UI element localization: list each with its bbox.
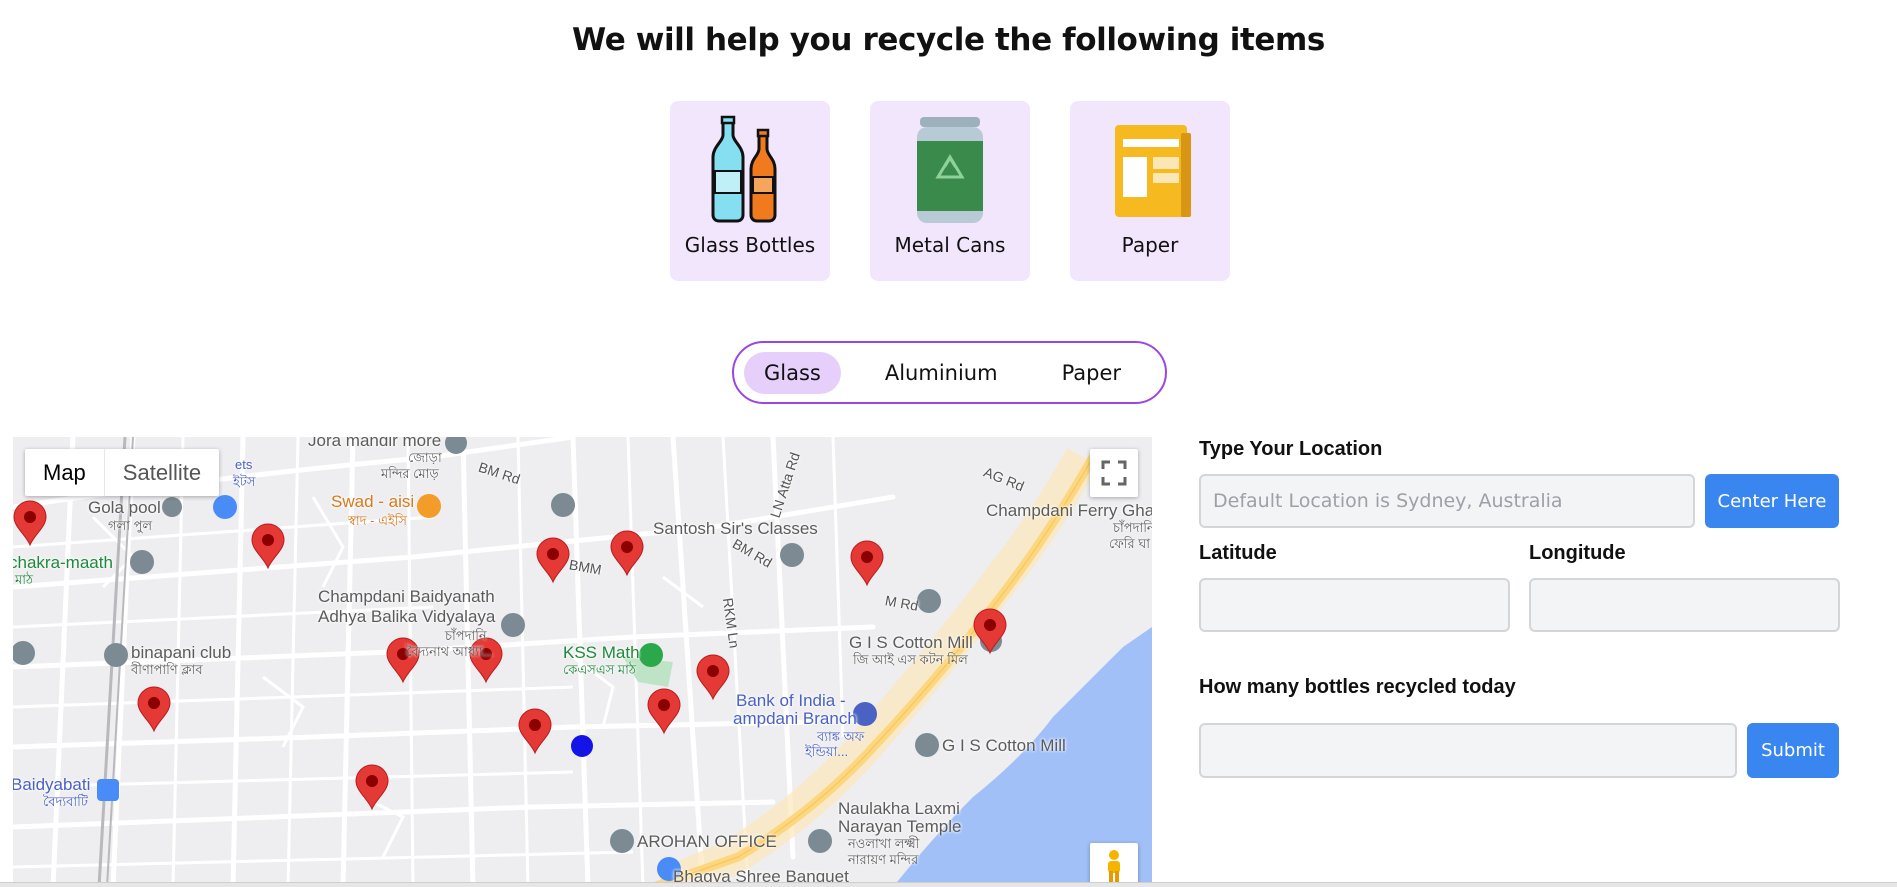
map-label: ইন্ডিয়া... xyxy=(805,744,849,759)
page-title: We will help you recycle the following i… xyxy=(572,22,1325,58)
map-label: কেএসএস মাঠ xyxy=(563,662,636,677)
fullscreen-button[interactable] xyxy=(1090,449,1138,497)
map-label: Gola pool xyxy=(88,498,161,517)
longitude-input[interactable] xyxy=(1529,578,1840,632)
tab-aluminium[interactable]: Aluminium xyxy=(865,352,1018,394)
location-input[interactable] xyxy=(1199,474,1695,528)
recycling-marker[interactable] xyxy=(973,608,1007,655)
map-label: গলা পুল xyxy=(108,518,153,533)
recycling-marker[interactable] xyxy=(536,537,570,584)
map-label: ets xyxy=(235,457,253,472)
map-label: Swad - aisi xyxy=(331,492,415,511)
recycling-marker[interactable] xyxy=(850,540,884,587)
map-label: মাঠ xyxy=(15,572,33,587)
recycling-marker[interactable] xyxy=(696,654,730,701)
map-label: Naulakha Laxmi xyxy=(838,799,960,818)
map-label: G I S Cotton Mill xyxy=(942,736,1066,755)
map-label: KSS Math xyxy=(563,643,640,662)
bottles-count-input[interactable] xyxy=(1199,723,1737,778)
longitude-label: Longitude xyxy=(1529,542,1626,564)
latitude-input[interactable] xyxy=(1199,578,1510,632)
glass-bottles-icon xyxy=(711,115,777,223)
map-label: বৈদ্যবাটি xyxy=(43,794,88,809)
map-label: স্বাদ - এইসি xyxy=(348,513,408,528)
map-label: Bank of India - xyxy=(736,691,846,710)
recycling-marker[interactable] xyxy=(610,530,644,577)
map-label: Champdani Ferry Gha xyxy=(986,501,1152,520)
page-bottom-border xyxy=(0,882,1897,887)
recycle-categories: Glass Bottles Metal Cans Paper xyxy=(670,101,1230,281)
category-label: Metal Cans xyxy=(894,233,1006,257)
paper-icon xyxy=(1115,125,1191,217)
map-label: ইটস xyxy=(233,474,256,489)
tab-glass[interactable]: Glass xyxy=(744,351,841,394)
street-view-pegman-button[interactable] xyxy=(1090,843,1138,887)
map-label: Adhya Balika Vidyalaya xyxy=(318,607,496,626)
map-type-control: Map Satellite xyxy=(25,449,220,496)
map-label: Narayan Temple xyxy=(838,817,962,836)
category-label: Paper xyxy=(1121,233,1179,257)
recycling-map[interactable]: Jora mandir more জোড়া মন্দির মোড় BM Rd… xyxy=(13,437,1152,887)
map-label: ampdani Branch xyxy=(733,709,857,728)
map-label: মন্দির মোড় xyxy=(381,466,439,481)
map-label: G I S Cotton Mill xyxy=(849,633,973,652)
map-label: AROHAN OFFICE xyxy=(637,832,777,851)
recycling-marker[interactable] xyxy=(13,500,47,547)
fullscreen-icon xyxy=(1101,460,1127,486)
category-card-paper[interactable]: Paper xyxy=(1070,101,1230,281)
map-label: binapani club xyxy=(131,643,232,662)
category-card-glass-bottles[interactable]: Glass Bottles xyxy=(670,101,830,281)
location-label: Type Your Location xyxy=(1199,438,1383,460)
map-label: Santosh Sir's Classes xyxy=(653,519,818,538)
map-label: ফেরি ঘা xyxy=(1109,536,1151,551)
map-label: Champdani Baidyanath xyxy=(318,587,495,606)
map-type-map-button[interactable]: Map xyxy=(25,449,104,496)
recycling-marker[interactable] xyxy=(355,764,389,811)
submit-button[interactable]: Submit xyxy=(1747,723,1839,778)
category-card-metal-cans[interactable]: Metal Cans xyxy=(870,101,1030,281)
recycling-marker[interactable] xyxy=(251,523,285,570)
metal-can-icon xyxy=(917,117,983,223)
bottles-count-label: How many bottles recycled today xyxy=(1199,676,1516,698)
map-label: নারায়ণ মন্দির xyxy=(848,852,919,867)
pegman-icon xyxy=(1108,850,1120,883)
recycling-marker[interactable] xyxy=(137,686,171,733)
material-tabs: Glass Aluminium Paper xyxy=(732,341,1167,404)
map-label: বৈদ্যনাথ আধ্যা... xyxy=(406,644,494,659)
category-label: Glass Bottles xyxy=(684,233,816,257)
latitude-label: Latitude xyxy=(1199,542,1277,564)
map-label: বীণাপাণি ক্লাব xyxy=(131,662,203,677)
tab-paper[interactable]: Paper xyxy=(1042,352,1141,394)
map-label: Baidyabati xyxy=(13,775,91,794)
center-here-button[interactable]: Center Here xyxy=(1705,474,1839,528)
map-label: chakra-maath xyxy=(13,553,113,572)
current-location-dot xyxy=(571,735,593,757)
map-type-satellite-button[interactable]: Satellite xyxy=(103,449,219,496)
map-label: জি আই এস কটন মিল xyxy=(853,652,968,667)
